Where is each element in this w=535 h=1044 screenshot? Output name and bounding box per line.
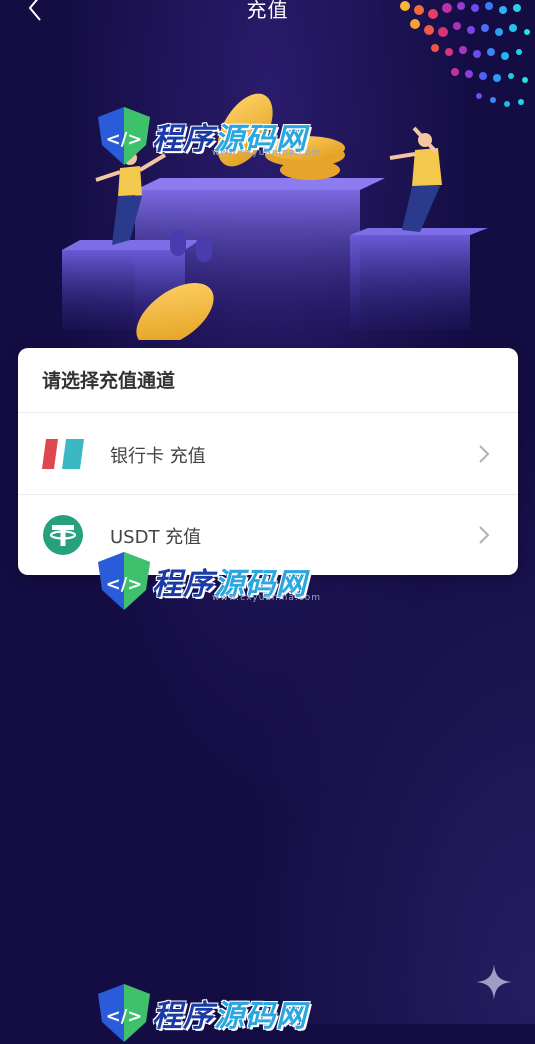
option-bank-card[interactable]: 银行卡 充值 xyxy=(18,414,518,494)
divider xyxy=(18,412,518,413)
chevron-right-icon xyxy=(479,526,490,544)
card-title: 请选择充值通道 xyxy=(42,370,176,392)
watermark-text: 程序 xyxy=(152,122,214,157)
bank-card-icon xyxy=(42,439,84,469)
watermark-url: www.cxyuanma.com xyxy=(212,593,322,603)
watermark-url: www.cxyuanma.com xyxy=(212,148,322,158)
hero-illustration xyxy=(62,93,488,340)
watermark-text: 源码网 xyxy=(214,999,307,1034)
watermark: </> 程序源码网 xyxy=(96,982,307,1044)
watermark-text: 程序 xyxy=(152,999,214,1034)
watermark: </> 程序源码网 www.cxyuanma.com xyxy=(96,105,320,167)
chevron-right-icon xyxy=(479,445,490,463)
option-label: USDT 充值 xyxy=(110,527,202,548)
shield-logo-icon: </> xyxy=(98,552,150,610)
svg-text:</>: </> xyxy=(106,129,143,150)
option-label: 银行卡 充值 xyxy=(110,446,206,467)
recharge-channel-card: 请选择充值通道 银行卡 充值 USDT 充值 xyxy=(18,348,518,575)
watermark: </> 程序源码网 www.cxyuanma.com xyxy=(96,550,320,612)
svg-text:</>: </> xyxy=(106,574,143,595)
shield-logo-icon: </> xyxy=(98,107,150,165)
tether-icon xyxy=(43,515,83,555)
sparkle-icon xyxy=(476,964,512,1000)
watermark-text: 程序 xyxy=(152,567,214,602)
shield-logo-icon: </> xyxy=(98,984,150,1042)
